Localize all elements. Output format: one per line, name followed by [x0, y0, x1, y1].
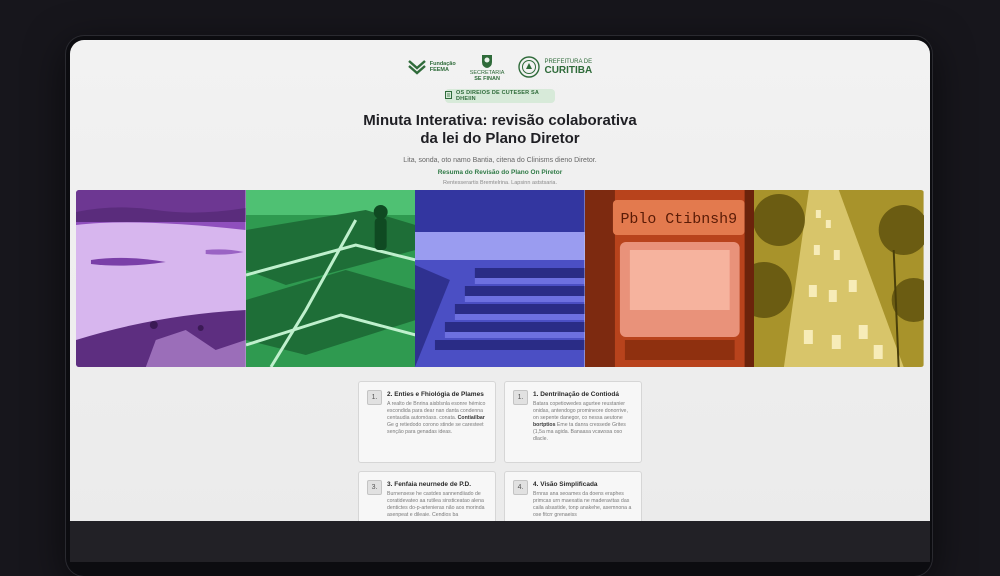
page-subtitle: Lita, sonda, oto namo Bantia, citena do … — [403, 157, 597, 164]
summary-link[interactable]: Resuma do Revisão do Plano On Piretor — [70, 169, 930, 176]
bus-sign-text: Pblo Ctibnsh9 — [620, 212, 737, 228]
card-2[interactable]: 1. 1. Dentrilnação de Contiodá Batara co… — [504, 381, 642, 463]
card-number: 1. — [367, 390, 382, 405]
terraces-panel — [415, 190, 585, 367]
feature-cards: 1. 2. Enties e Fhiológia de Plames A rea… — [358, 381, 642, 521]
card-3[interactable]: 3. 3. Fenfaia neurnede de P.D. Burnenses… — [358, 471, 496, 521]
park-panel — [245, 190, 416, 367]
card-title: 3. Fenfaia neurnede de P.D. — [387, 481, 472, 488]
logo-prefeitura[interactable]: PREFEITURA DE CURITIBA — [518, 56, 592, 78]
card-title: 4. Visão Simplificada — [533, 481, 598, 488]
badge-label: OS DIREIOS DE CUTESER SA DHEIIN — [456, 90, 539, 102]
card-number: 4. — [513, 480, 528, 495]
seal-icon — [518, 56, 541, 78]
lake-panel — [76, 190, 246, 367]
card-body: Batara copetiowedes agurtee reustanier o… — [533, 401, 628, 442]
page-title-line1: Minuta Interativa: revisão colaborativa — [363, 112, 637, 129]
card-body: Brnras ana seoames da doens eraphes prim… — [533, 491, 632, 518]
logo-prefeitura-line2: CURITIBA — [544, 64, 593, 76]
image-band: Pblo Ctibnsh9 — [76, 190, 924, 367]
status-badge[interactable]: OS DIREIOS DE CUTESER SA DHEIIN — [445, 89, 555, 103]
logo-fundacao[interactable]: Fundação FEEMA — [407, 58, 456, 76]
card-number: 3. — [367, 480, 382, 495]
logo-secretaria-line2: SE FINAN — [474, 76, 500, 82]
logo-prefeitura-line1: PREFEITURA DE — [544, 58, 593, 65]
traffic-panel — [754, 190, 924, 367]
page-title: Minuta Interativa: revisão colaborativa … — [70, 112, 930, 148]
logo-secretaria[interactable]: SECRETARIA SE FINAN — [470, 52, 504, 82]
browser-viewport: Fundação FEEMA SECRETARIA SE FINAN PREFE… — [70, 40, 930, 521]
card-body: Burnensese he castdes sannendiiado de co… — [387, 491, 485, 518]
device-bottom-bezel — [70, 521, 930, 562]
document-icon — [445, 91, 452, 101]
logo-fundacao-line2: FEEMA — [429, 67, 449, 73]
page-title-line2: da lei do Plano Diretor — [420, 130, 580, 147]
header-logos: Fundação FEEMA SECRETARIA SE FINAN PREFE… — [70, 52, 930, 82]
card-title: 2. Enties e Fhiológia de Plames — [387, 391, 484, 398]
bus-panel: Pblo Ctibnsh9 — [584, 190, 755, 367]
card-4[interactable]: 4. 4. Visão Simplificada Brnras ana seoa… — [504, 471, 642, 521]
card-body: A realto de Bnrina aisblsnla esonre hémi… — [387, 401, 486, 435]
card-title: 1. Dentrilnação de Contiodá — [533, 391, 619, 398]
card-number: 1. — [513, 390, 528, 405]
ippuc-icon — [407, 58, 426, 76]
coat-of-arms-icon — [478, 52, 496, 70]
card-1[interactable]: 1. 2. Enties e Fhiológia de Plames A rea… — [358, 381, 496, 463]
page-caption: Rentesserartis Bremtelrina. Lapsinn asts… — [442, 180, 558, 186]
